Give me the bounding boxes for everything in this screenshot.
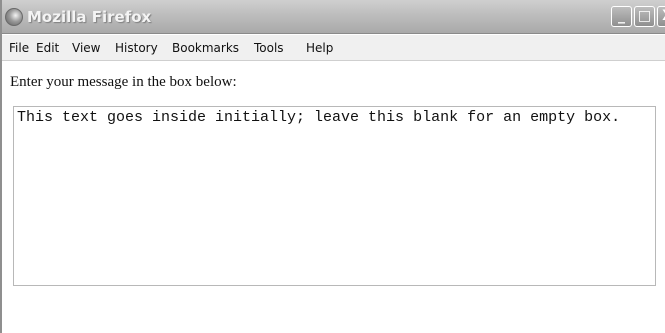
menu-help[interactable]: Help bbox=[306, 41, 333, 55]
close-button[interactable]: X bbox=[657, 6, 665, 27]
title-bar[interactable]: Mozilla Firefox _ □ X bbox=[2, 0, 665, 34]
firefox-icon bbox=[5, 8, 23, 26]
menu-history[interactable]: History bbox=[115, 41, 158, 55]
page-content: Enter your message in the box below: Thi… bbox=[2, 62, 665, 333]
menu-bar: File Edit View History Bookmarks Tools H… bbox=[2, 35, 665, 61]
message-prompt: Enter your message in the box below: bbox=[10, 74, 237, 90]
window-title: Mozilla Firefox bbox=[27, 8, 152, 26]
browser-window: Mozilla Firefox _ □ X File Edit View His… bbox=[0, 0, 665, 333]
message-textarea[interactable]: This text goes inside initially; leave t… bbox=[13, 106, 656, 286]
menu-bookmarks[interactable]: Bookmarks bbox=[172, 41, 239, 55]
minimize-button[interactable]: _ bbox=[611, 6, 632, 27]
menu-view[interactable]: View bbox=[72, 41, 100, 55]
menu-tools[interactable]: Tools bbox=[254, 41, 284, 55]
menu-file[interactable]: File bbox=[9, 41, 29, 55]
maximize-button[interactable]: □ bbox=[634, 6, 655, 27]
menu-edit[interactable]: Edit bbox=[36, 41, 59, 55]
